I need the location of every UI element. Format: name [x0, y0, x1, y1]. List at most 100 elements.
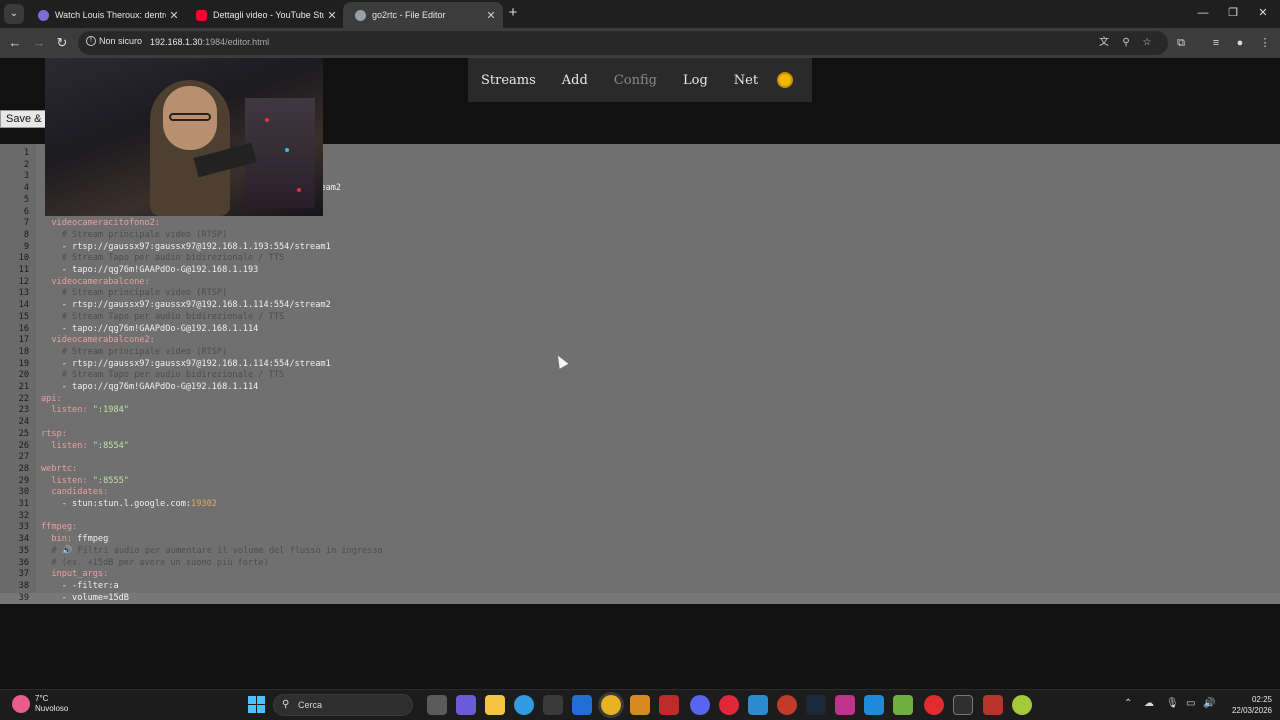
- file-explorer-icon[interactable]: [485, 695, 505, 715]
- editor-line[interactable]: 12 videocamerabalcone:: [0, 277, 1280, 289]
- editor-line[interactable]: 15 # Stream Tapo per audio bidirezionale…: [0, 312, 1280, 324]
- terminal-icon[interactable]: [953, 695, 973, 715]
- tray-cloud-icon[interactable]: ☁: [1144, 698, 1154, 709]
- more-menu-icon[interactable]: ⋮: [1256, 34, 1274, 52]
- back-button[interactable]: ←: [6, 34, 24, 52]
- editor-line[interactable]: 14 - rtsp://gaussx97:gaussx97@192.168.1.…: [0, 300, 1280, 312]
- app-green-icon[interactable]: [1012, 695, 1032, 715]
- editor-line[interactable]: 27: [0, 452, 1280, 464]
- tab-close-icon[interactable]: ✕: [324, 9, 340, 22]
- tray-volume-icon[interactable]: 🔊: [1203, 698, 1215, 709]
- reload-button[interactable]: ↻: [53, 34, 71, 52]
- editor-line[interactable]: 19 - rtsp://gaussx97:gaussx97@192.168.1.…: [0, 359, 1280, 371]
- translate-icon[interactable]: 文: [1097, 36, 1111, 50]
- editor-line[interactable]: 7 videocameracitofono2:: [0, 218, 1280, 230]
- editor-line[interactable]: 33 ffmpeg:: [0, 522, 1280, 534]
- tray-mic-icon[interactable]: 🎙: [1166, 698, 1179, 709]
- tab-close-icon[interactable]: ✕: [166, 9, 182, 22]
- app-red-icon[interactable]: [983, 695, 1003, 715]
- code-token: # Stream Tapo per audio bidirezionale / …: [41, 253, 285, 264]
- tab-close-icon[interactable]: ✕: [483, 9, 499, 22]
- editor-line[interactable]: 17 videocamerabalcone2:: [0, 335, 1280, 347]
- tab-favicon: [196, 9, 207, 21]
- media-controls-icon[interactable]: ≡: [1207, 34, 1225, 52]
- store-icon[interactable]: [543, 695, 563, 715]
- editor-line[interactable]: 36 # (es. +15dB per avere un suono più f…: [0, 558, 1280, 570]
- editor-line[interactable]: 38 - -filter:a: [0, 581, 1280, 593]
- opera-icon[interactable]: [719, 695, 739, 715]
- editor-line[interactable]: 34 bin: ffmpeg: [0, 534, 1280, 546]
- start-button[interactable]: [248, 696, 265, 713]
- tray-network-icon[interactable]: ▭: [1186, 698, 1195, 709]
- nav-add[interactable]: Add: [549, 73, 601, 88]
- profile-avatar-icon[interactable]: ●: [1231, 34, 1249, 52]
- webcam-glasses: [169, 113, 211, 121]
- editor-line[interactable]: 13 # Stream principale video (RTSP): [0, 288, 1280, 300]
- tab-go2rtc-editor[interactable]: go2rtc - File Editor ✕: [343, 2, 503, 28]
- filezilla-icon[interactable]: [659, 695, 679, 715]
- editor-line[interactable]: 10 # Stream Tapo per audio bidirezionale…: [0, 253, 1280, 265]
- forward-button[interactable]: →: [30, 34, 48, 52]
- address-bar[interactable]: ! Non sicuro 192.168.1.30:1984/editor.ht…: [78, 31, 1168, 55]
- edge-icon[interactable]: [514, 695, 534, 715]
- editor-line[interactable]: 25 rtsp:: [0, 429, 1280, 441]
- editor-line[interactable]: 29 listen: ":8555": [0, 476, 1280, 488]
- editor-line[interactable]: 23 listen: ":1984": [0, 405, 1280, 417]
- editor-line[interactable]: 16 - tapo://qg76m!GAAPdOo-G@192.168.1.11…: [0, 324, 1280, 336]
- steam-icon[interactable]: [806, 695, 826, 715]
- nav-net[interactable]: Net: [721, 73, 771, 88]
- editor-line[interactable]: 31 - stun:stun.l.google.com:19302: [0, 499, 1280, 511]
- editor-line[interactable]: 35 # 🔊 Filtri audio per aumentare il vol…: [0, 546, 1280, 558]
- outlook-icon[interactable]: [572, 695, 592, 715]
- editor-line[interactable]: 39 - volume=15dB: [0, 592, 1280, 605]
- editor-line[interactable]: 9 - rtsp://gaussx97:gaussx97@192.168.1.1…: [0, 242, 1280, 254]
- editor-line[interactable]: 26 listen: ":8554": [0, 441, 1280, 453]
- new-tab-button[interactable]: +: [504, 4, 522, 22]
- task-view-icon[interactable]: [427, 695, 447, 715]
- copilot-icon[interactable]: [456, 695, 476, 715]
- code-token: ":8555": [92, 475, 129, 486]
- chrome-icon[interactable]: [601, 695, 621, 715]
- app-icon[interactable]: [630, 695, 650, 715]
- notepad-icon[interactable]: [893, 695, 913, 715]
- editor-line[interactable]: 8 # Stream principale video (RTSP): [0, 230, 1280, 242]
- line-number: 18: [18, 346, 29, 357]
- taskbar-clock[interactable]: 02:25 22/03/2026: [1224, 694, 1272, 716]
- line-number: 34: [18, 534, 29, 545]
- app-pink-icon[interactable]: [835, 695, 855, 715]
- url-text[interactable]: 192.168.1.30:1984/editor.html: [150, 37, 269, 47]
- zoom-icon[interactable]: ⚲: [1119, 36, 1133, 50]
- save-and-restart-button[interactable]: Save &: [0, 110, 46, 128]
- extensions-icon[interactable]: ⧉: [1172, 34, 1190, 52]
- tab-louis-theroux[interactable]: Watch Louis Theroux: dentro la ✕: [26, 2, 186, 28]
- editor-line[interactable]: 24: [0, 417, 1280, 429]
- taskbar-search[interactable]: ⚲ Cerca: [273, 694, 413, 716]
- editor-line[interactable]: 18 # Stream principale video (RTSP): [0, 347, 1280, 359]
- editor-line[interactable]: 22 api:: [0, 394, 1280, 406]
- app-badge-icon[interactable]: [777, 695, 797, 715]
- restore-button[interactable]: ❐: [1216, 0, 1250, 28]
- tab-search-button[interactable]: ⌄: [4, 4, 24, 24]
- editor-line[interactable]: 28 webrtc:: [0, 464, 1280, 476]
- vscode-icon[interactable]: [864, 695, 884, 715]
- nav-config[interactable]: Config: [601, 73, 670, 88]
- editor-line[interactable]: 37 input_args:: [0, 569, 1280, 581]
- editor-line[interactable]: 21 - tapo://qg76m!GAAPdOo-G@192.168.1.11…: [0, 382, 1280, 394]
- tab-youtube-studio[interactable]: Dettagli video - YouTube Studio ✕: [184, 2, 344, 28]
- editor-line[interactable]: 11 - tapo://qg76m!GAAPdOo-G@192.168.1.19…: [0, 265, 1280, 277]
- editor-line[interactable]: 32: [0, 511, 1280, 523]
- app-l-icon[interactable]: [748, 695, 768, 715]
- minimize-button[interactable]: —: [1186, 0, 1220, 28]
- editor-line[interactable]: 30 candidates:: [0, 487, 1280, 499]
- tray-chevron-icon[interactable]: ⌃: [1124, 698, 1132, 709]
- bookmark-star-icon[interactable]: ☆: [1140, 36, 1154, 50]
- editor-line[interactable]: 20 # Stream Tapo per audio bidirezionale…: [0, 370, 1280, 382]
- security-indicator[interactable]: ! Non sicuro: [86, 36, 142, 46]
- nav-log[interactable]: Log: [670, 73, 721, 88]
- nav-streams[interactable]: Streams: [468, 73, 549, 88]
- close-window-button[interactable]: ✕: [1246, 0, 1280, 28]
- theme-toggle-sun-icon[interactable]: [779, 74, 792, 86]
- record-icon[interactable]: [924, 695, 944, 715]
- weather-widget[interactable]: 7°C Nuvoloso: [12, 694, 68, 714]
- discord-icon[interactable]: [690, 695, 710, 715]
